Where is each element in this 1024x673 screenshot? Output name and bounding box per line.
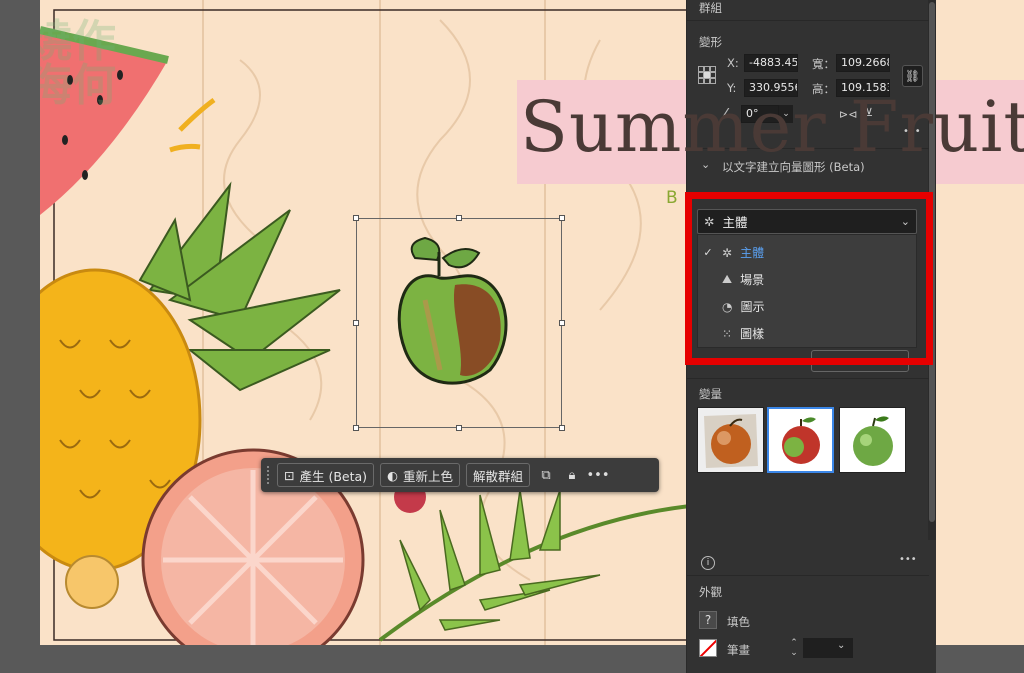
resize-handle-top-right[interactable] xyxy=(559,215,565,221)
drag-grip-icon[interactable] xyxy=(267,466,271,484)
recolor-icon: ◐ xyxy=(387,467,398,483)
info-icon[interactable]: i xyxy=(701,556,715,570)
transform-section-label: 變形 xyxy=(699,35,722,49)
resize-handle-bottom-left[interactable] xyxy=(353,425,359,431)
stroke-weight-dropdown-icon[interactable]: ⌄ xyxy=(837,640,845,651)
generate-button[interactable]: ⊡ 產生 (Beta) xyxy=(277,463,375,487)
variations-section-label: 變量 xyxy=(699,387,722,401)
subtitle-fragment: B xyxy=(666,188,678,208)
duplicate-icon[interactable]: ⧉ xyxy=(536,465,556,485)
resize-handle-top-left[interactable] xyxy=(353,215,359,221)
artboard-title: Summer Fruit xyxy=(520,86,1024,168)
stroke-none-icon[interactable] xyxy=(699,639,717,657)
reference-point-icon[interactable] xyxy=(698,66,716,84)
stroke-weight-stepper[interactable]: ⌃ ⌄ xyxy=(787,638,801,658)
fill-unknown-icon[interactable]: ? xyxy=(699,611,717,629)
lock-icon[interactable]: 🔒︎ xyxy=(562,465,582,485)
watermark-text: 燒作 海何 xyxy=(40,16,116,111)
stroke-weight-input[interactable] xyxy=(803,638,853,658)
variation-thumbnail-1[interactable] xyxy=(697,407,764,473)
selection-bounding-box[interactable] xyxy=(353,215,565,431)
resize-handle-bottom-right[interactable] xyxy=(559,425,565,431)
appearance-section-label: 外觀 xyxy=(699,585,722,599)
contextual-task-bar: ⊡ 產生 (Beta) ◐ 重新上色 解散群組 ⧉ 🔒︎ ••• xyxy=(261,458,659,492)
constrain-proportions-link-icon[interactable]: ⛓ xyxy=(902,65,923,87)
recolor-button[interactable]: ◐ 重新上色 xyxy=(380,463,460,487)
fill-label: 填色 xyxy=(727,615,750,629)
red-highlight-annotation xyxy=(685,192,933,365)
x-input[interactable]: -4883.45 xyxy=(744,54,798,72)
resize-handle-right[interactable] xyxy=(559,320,565,326)
variations-more-icon[interactable]: ••• xyxy=(899,554,917,565)
stroke-label: 筆畫 xyxy=(727,643,750,657)
resize-handle-top[interactable] xyxy=(456,215,462,221)
resize-handle-bottom[interactable] xyxy=(456,425,462,431)
width-input[interactable]: 109.2668 xyxy=(836,54,890,72)
variation-thumbnail-2-selected[interactable] xyxy=(767,407,834,473)
ungroup-button[interactable]: 解散群組 xyxy=(465,463,530,487)
x-label: X: xyxy=(727,56,739,70)
variation-thumbnail-3[interactable] xyxy=(839,407,906,473)
group-label: 群組 xyxy=(699,1,722,15)
width-label: 寬： xyxy=(812,57,835,71)
resize-handle-left[interactable] xyxy=(353,320,359,326)
more-options-icon[interactable]: ••• xyxy=(587,465,610,485)
generate-icon: ⊡ xyxy=(284,467,295,483)
